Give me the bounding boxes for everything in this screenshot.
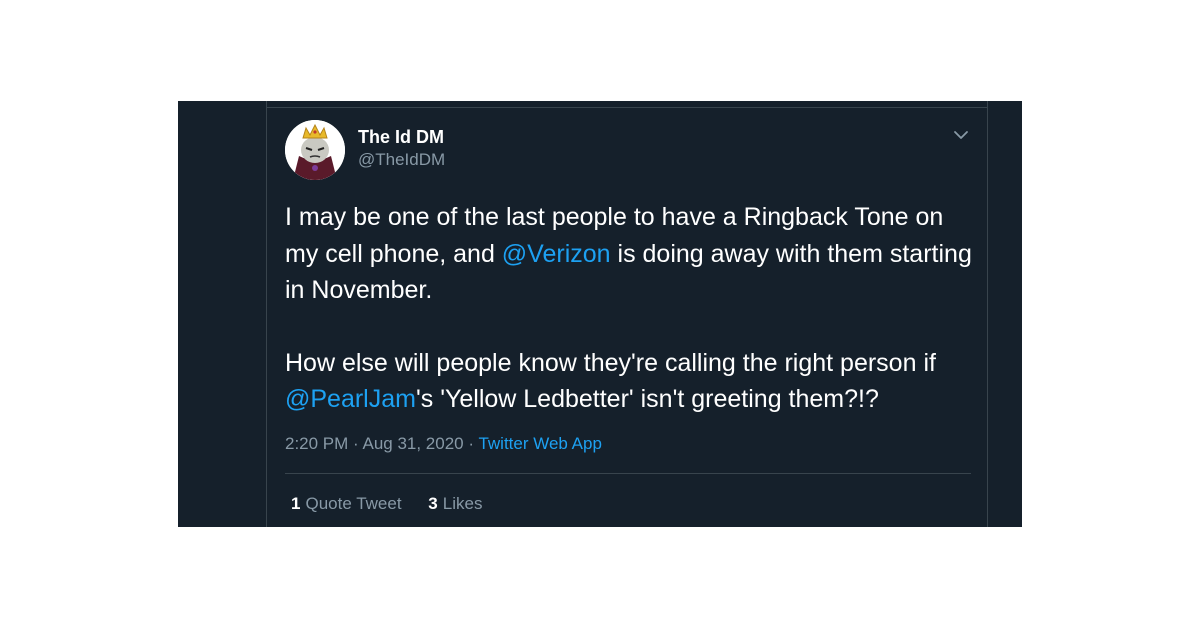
likes-stat[interactable]: 3 Likes [428, 492, 482, 516]
tweet-text-segment: How else will people know they're callin… [285, 348, 936, 377]
quote-tweets-label: Quote Tweet [305, 494, 402, 513]
tweet-text: I may be one of the last people to have … [285, 199, 975, 418]
tweet-text-segment: 's 'Yellow Ledbetter' isn't greeting the… [415, 385, 879, 413]
tweet-date[interactable]: Aug 31, 2020 [362, 434, 463, 453]
tweet-meta: 2:20 PM · Aug 31, 2020 · Twitter Web App [285, 432, 602, 456]
avatar[interactable] [285, 120, 345, 180]
meta-separator: · [463, 434, 479, 453]
meta-separator: · [348, 434, 363, 453]
chevron-down-icon[interactable] [951, 125, 971, 145]
mention-link-verizon[interactable]: @Verizon [502, 240, 611, 268]
tweet-paragraph: I may be one of the last people to have … [285, 199, 975, 309]
top-divider [267, 107, 987, 108]
tweet-paragraph: How else will people know they're callin… [285, 345, 975, 418]
tweet-card: The Id DM @TheIdDM I may be one of the l… [266, 101, 988, 527]
stats-divider [285, 473, 971, 474]
likes-label: Likes [442, 494, 483, 513]
tweet-stats: 1 Quote Tweet 3 Likes [291, 492, 504, 516]
user-handle[interactable]: @TheIdDM [358, 149, 445, 171]
tweet-screenshot-frame: The Id DM @TheIdDM I may be one of the l… [178, 101, 1022, 527]
display-name[interactable]: The Id DM [358, 125, 444, 149]
quote-tweets-stat[interactable]: 1 Quote Tweet [291, 492, 402, 516]
tweet-source-link[interactable]: Twitter Web App [478, 434, 601, 453]
mention-link-pearljam[interactable]: @PearlJam [285, 385, 416, 413]
quote-tweets-count: 1 [291, 494, 301, 513]
avatar-illustration [285, 120, 345, 180]
tweet-time[interactable]: 2:20 PM [285, 434, 348, 453]
likes-count: 3 [428, 494, 438, 513]
